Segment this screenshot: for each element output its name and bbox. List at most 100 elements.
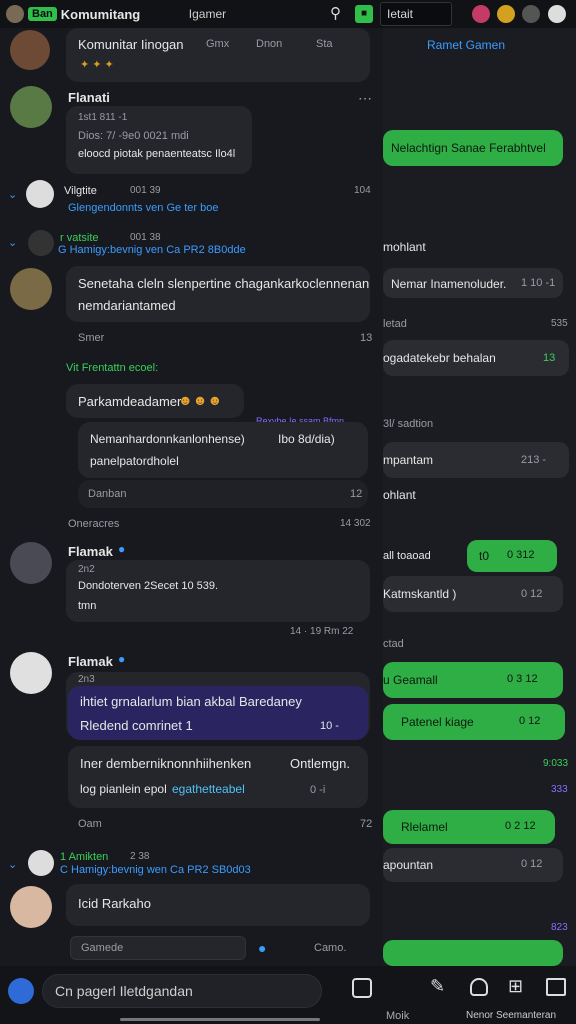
message-bubble[interactable]: apountan 0 12 bbox=[383, 848, 563, 882]
avatar[interactable] bbox=[10, 30, 50, 70]
grid-icon[interactable]: ⊞ bbox=[508, 976, 523, 997]
chevron-down-icon[interactable]: ⌄ bbox=[8, 188, 17, 201]
post-action[interactable]: Dnon bbox=[256, 38, 282, 50]
avatar[interactable] bbox=[28, 850, 54, 876]
post-card[interactable]: Komunitar Iinogan Gmx Dnon Sta ✦ ✦ ✦ bbox=[66, 28, 370, 82]
camera-label[interactable]: Camo. bbox=[314, 942, 346, 954]
message-time: 1 10 -1 bbox=[521, 277, 556, 289]
message-bubble[interactable]: Patenel kiage 0 12 bbox=[383, 704, 565, 740]
thread-time: 001 38 bbox=[130, 232, 161, 243]
author-name[interactable]: Flamak bbox=[68, 544, 113, 559]
profile-avatar[interactable] bbox=[548, 5, 566, 23]
thread-link[interactable]: C Hamigy:bevnig wen Ca PR2 SB0d03 bbox=[60, 864, 251, 876]
right-footer-label: Nenor Seemanteran bbox=[466, 1010, 557, 1021]
message-text: u Geamall bbox=[383, 673, 438, 687]
author-name[interactable]: Flamak bbox=[68, 654, 113, 669]
message-text: ihtiet grnalarlum bian akbal Baredaney bbox=[80, 694, 302, 709]
chat-feed[interactable]: Komunitar Iinogan Gmx Dnon Sta ✦ ✦ ✦ Fla… bbox=[0, 28, 383, 966]
message-bubble[interactable]: 2n2 Dondoterven 2Secet 10 539. tmn bbox=[66, 560, 370, 622]
message-bubble[interactable]: Nelachtign Sanae Ferabhtvel bbox=[383, 130, 563, 166]
section-label: all toaoad bbox=[383, 550, 431, 562]
author-name[interactable]: Flanati bbox=[68, 90, 110, 105]
emoji-icon[interactable] bbox=[497, 5, 515, 23]
post-action[interactable]: Gmx bbox=[206, 38, 229, 50]
avatar[interactable] bbox=[10, 268, 52, 310]
message-bubble[interactable]: ogadatekebr behalan 13 bbox=[383, 340, 569, 376]
message-text: Rledend comrinet 1 bbox=[80, 718, 193, 733]
app-icon[interactable] bbox=[8, 978, 34, 1004]
side-panel[interactable]: Ramet Gamen Nelachtign Sanae Ferabhtvel … bbox=[383, 28, 576, 966]
message-meta: 1st1 811 -1 bbox=[78, 112, 128, 123]
search-input[interactable]: Igamer bbox=[185, 4, 249, 24]
app-tag: Ban bbox=[28, 7, 57, 21]
message-bubble[interactable]: Icid Rarkaho bbox=[66, 884, 370, 926]
thread-count: 104 bbox=[354, 185, 371, 196]
message-text: ogadatekebr behalan bbox=[383, 351, 496, 365]
mic-icon[interactable]: ● bbox=[258, 940, 266, 956]
chevron-down-icon[interactable]: ⌄ bbox=[8, 236, 17, 249]
divider-time: 14 302 bbox=[340, 518, 371, 529]
avatar[interactable] bbox=[10, 652, 52, 694]
right-search-field[interactable]: Ietait bbox=[380, 2, 452, 26]
message-bubble[interactable]: Katmskantld ) 0 12 bbox=[383, 576, 563, 612]
message-bubble[interactable]: Parkamdeadamer ☻☻☻ bbox=[66, 384, 244, 418]
quote-bubble[interactable]: Nemanhardonnkanlonhense) Ibo 8d/dia) pan… bbox=[78, 422, 368, 478]
thread-link[interactable]: G Hamigy:bevnig ven Ca PR2 8B0dde bbox=[58, 244, 246, 256]
avatar[interactable] bbox=[10, 86, 52, 128]
bell-icon[interactable] bbox=[470, 978, 488, 996]
post-action[interactable]: Sta bbox=[316, 38, 333, 50]
message-footer: 14 · 19 Rm 22 bbox=[290, 626, 354, 637]
thread-author[interactable]: r vatsite bbox=[60, 232, 99, 244]
message-text: Rlelamel bbox=[401, 820, 448, 834]
message-input[interactable]: Cn pagerl Iletdgandan bbox=[42, 974, 322, 1008]
message-link[interactable]: egathetteabel bbox=[172, 782, 245, 796]
message-bubble[interactable]: Iner demberniknonnhiihenken Ontlemgn. lo… bbox=[68, 746, 368, 808]
quote-text: Nemanhardonnkanlonhense) bbox=[90, 432, 245, 446]
reply-count[interactable]: 0 -i bbox=[310, 784, 325, 796]
thread-time: 2 38 bbox=[130, 851, 150, 862]
search-input[interactable]: Gamede bbox=[70, 936, 246, 960]
compose-icon[interactable]: ■ bbox=[355, 5, 373, 23]
reaction-count: 13 bbox=[360, 332, 373, 344]
highlight-bubble[interactable]: ihtiet grnalarlum bian akbal Baredaney R… bbox=[68, 686, 368, 740]
more-icon[interactable]: ⋯ bbox=[358, 90, 372, 107]
section-label: ctad bbox=[383, 638, 404, 650]
settings-icon[interactable] bbox=[522, 5, 540, 23]
community-avatar[interactable] bbox=[6, 5, 24, 23]
notification-icon[interactable] bbox=[472, 5, 490, 23]
message-time: 0 3 12 bbox=[507, 673, 538, 685]
home-indicator[interactable] bbox=[120, 1018, 320, 1021]
window-icon[interactable] bbox=[546, 978, 566, 996]
reactions-icon[interactable]: ✦ ✦ ✦ bbox=[80, 58, 114, 71]
message-bubble[interactable]: u Geamall 0 3 12 bbox=[383, 662, 563, 698]
avatar[interactable] bbox=[10, 886, 52, 928]
thread-author[interactable]: Vilgtite bbox=[64, 185, 97, 197]
message-text: tmn bbox=[78, 600, 97, 612]
pen-icon[interactable]: ✎ bbox=[430, 976, 445, 997]
message-bubble[interactable] bbox=[383, 940, 563, 966]
reaction-row[interactable]: Danban 12 bbox=[78, 480, 368, 508]
message-time: 0 12 bbox=[519, 715, 541, 727]
attach-icon[interactable] bbox=[352, 978, 372, 998]
search-icon[interactable]: ⚲ bbox=[330, 4, 341, 22]
thread-author[interactable]: 1 Amikten bbox=[60, 851, 108, 863]
avatar[interactable] bbox=[10, 542, 52, 584]
message-text: Nelachtign Sanae Ferabhtvel bbox=[391, 141, 546, 155]
section-label: 3l/ sadtion bbox=[383, 418, 434, 430]
reaction-label[interactable]: Oam bbox=[78, 818, 102, 830]
app-title: Komumitang bbox=[60, 6, 141, 22]
message-bubble[interactable]: 1st1 811 -1 Dios: 7/ -9e0 0021 mdi elooc… bbox=[66, 106, 252, 174]
message-bubble[interactable]: Rlelamel 0 2 12 bbox=[383, 810, 555, 844]
section-label: ohlant bbox=[383, 488, 416, 502]
chevron-down-icon[interactable]: ⌄ bbox=[8, 858, 17, 871]
avatar[interactable] bbox=[26, 180, 54, 208]
message-bubble[interactable]: mpantam 213 - bbox=[383, 442, 569, 478]
reply-count[interactable]: 10 - bbox=[320, 720, 339, 732]
message-bubble[interactable]: t0 0 312 bbox=[467, 540, 557, 572]
message-text: Senetaha cleln slenpertine chagankarkocl… bbox=[78, 276, 370, 291]
avatar[interactable] bbox=[28, 230, 54, 256]
reaction-label[interactable]: Smer bbox=[78, 332, 104, 344]
thread-link[interactable]: Glengendonnts ven Ge ter boe bbox=[68, 202, 218, 214]
message-bubble[interactable]: Senetaha cleln slenpertine chagankarkocl… bbox=[66, 266, 370, 322]
message-bubble[interactable]: Nemar Inamenoluder. 1 10 -1 bbox=[383, 268, 563, 298]
